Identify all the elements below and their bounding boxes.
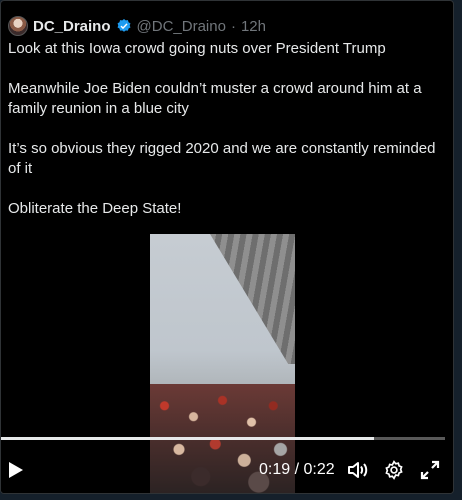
tweet-paragraph-4: Obliterate the Deep State!: [8, 200, 182, 217]
video-progress-fill: [1, 437, 374, 440]
tweet-text: Look at this Iowa crowd going nuts over …: [8, 39, 448, 239]
tweet-header: DC_Draino @DC_Draino · 12h: [8, 15, 266, 37]
separator-dot: ·: [230, 17, 236, 35]
duration: 0:22: [303, 461, 335, 478]
tweet-card[interactable]: DC_Draino @DC_Draino · 12h Look at this …: [0, 0, 454, 494]
fullscreen-icon[interactable]: [420, 460, 440, 480]
stadium-roof: [210, 234, 295, 364]
avatar[interactable]: [8, 16, 28, 36]
handle[interactable]: @DC_Draino: [137, 18, 226, 35]
video-player[interactable]: 0:19 / 0:22: [1, 234, 453, 493]
current-time: 0:19: [259, 461, 291, 478]
time-separator: /: [294, 461, 300, 478]
tweet-paragraph-1: Look at this Iowa crowd going nuts over …: [8, 40, 386, 57]
volume-icon[interactable]: [347, 460, 369, 480]
settings-icon[interactable]: [384, 460, 404, 480]
video-time-display: 0:19 / 0:22: [259, 461, 335, 479]
timestamp[interactable]: 12h: [241, 18, 266, 35]
video-progress-bar[interactable]: [1, 437, 445, 440]
tweet-paragraph-3: It’s so obvious they rigged 2020 and we …: [8, 140, 436, 177]
tweet-paragraph-2: Meanwhile Joe Biden couldn’t muster a cr…: [8, 80, 422, 117]
verified-badge-icon: [117, 19, 130, 32]
display-name[interactable]: DC_Draino: [33, 18, 111, 35]
play-icon[interactable]: [8, 461, 24, 479]
video-controls: 0:19 / 0:22: [1, 448, 453, 488]
